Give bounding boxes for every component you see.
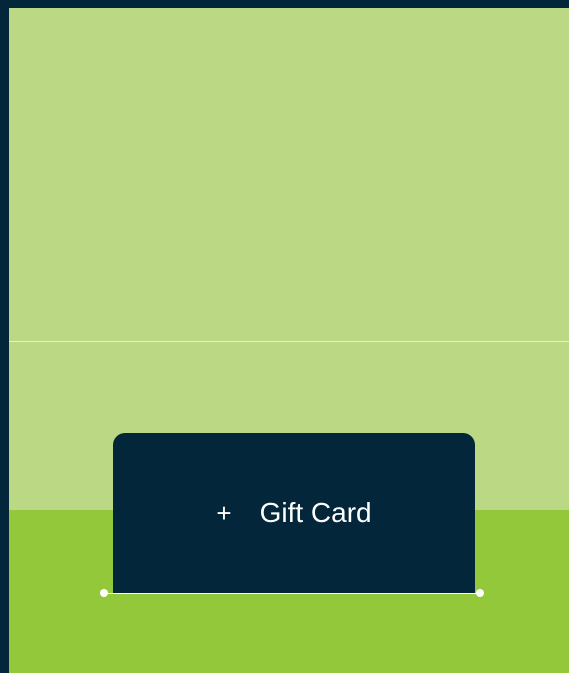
gift-card-label: Gift Card (259, 497, 372, 528)
plus-icon: + (216, 497, 232, 528)
selection-baseline (104, 593, 480, 594)
canvas-frame: + Gift Card (0, 0, 569, 673)
add-gift-card-button[interactable]: + Gift Card (113, 433, 475, 593)
left-resize-handle[interactable] (100, 589, 108, 597)
top-panel (9, 8, 569, 341)
right-resize-handle[interactable] (476, 589, 484, 597)
